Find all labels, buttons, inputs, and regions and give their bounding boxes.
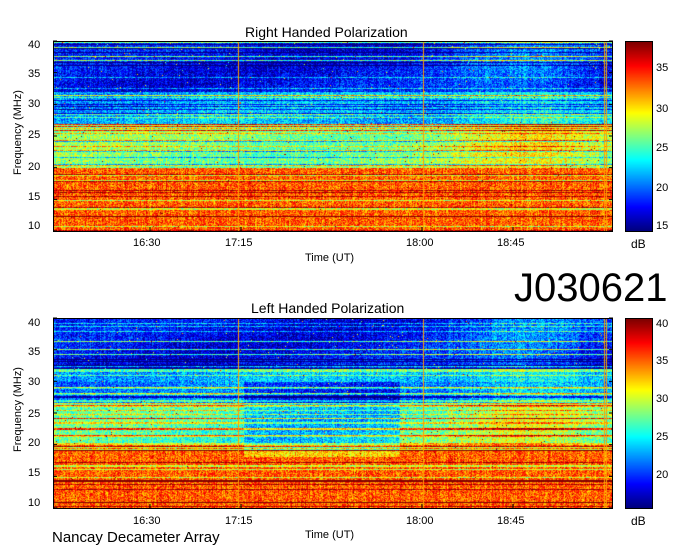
instrument-name: Nancay Decameter Array	[52, 529, 220, 546]
bottom-colorbar-tick-20: 20	[656, 469, 669, 481]
bottom-y-tick-20: 20	[28, 437, 41, 449]
bottom-y-tick-25: 25	[28, 408, 41, 420]
bottom-x-axis-label: Time (UT)	[305, 529, 355, 541]
bottom-y-tick-35: 35	[28, 346, 41, 358]
bottom-x-tick-1630: 16:30	[133, 515, 161, 527]
bottom-colorbar-frame	[625, 318, 653, 509]
bottom-y-axis-label: Frequency (MHz)	[12, 367, 24, 452]
bottom-axis-ticks	[53, 317, 613, 509]
bottom-colorbar-unit: dB	[631, 514, 646, 528]
bottom-colorbar-tick-25: 25	[656, 431, 669, 443]
bottom-x-tick-1800: 18:00	[406, 515, 434, 527]
bottom-colorbar-tick-35: 35	[656, 355, 669, 367]
bottom-colorbar-tick-30: 30	[656, 393, 669, 405]
bottom-y-tick-10: 10	[28, 497, 41, 509]
bottom-colorbar-tick-40: 40	[656, 318, 669, 330]
bottom-y-tick-30: 30	[28, 376, 41, 388]
bottom-x-tick-1715: 17:15	[225, 515, 253, 527]
bottom-y-tick-15: 15	[28, 467, 41, 479]
bottom-x-tick-1845: 18:45	[497, 515, 525, 527]
bottom-y-tick-40: 40	[28, 317, 41, 329]
